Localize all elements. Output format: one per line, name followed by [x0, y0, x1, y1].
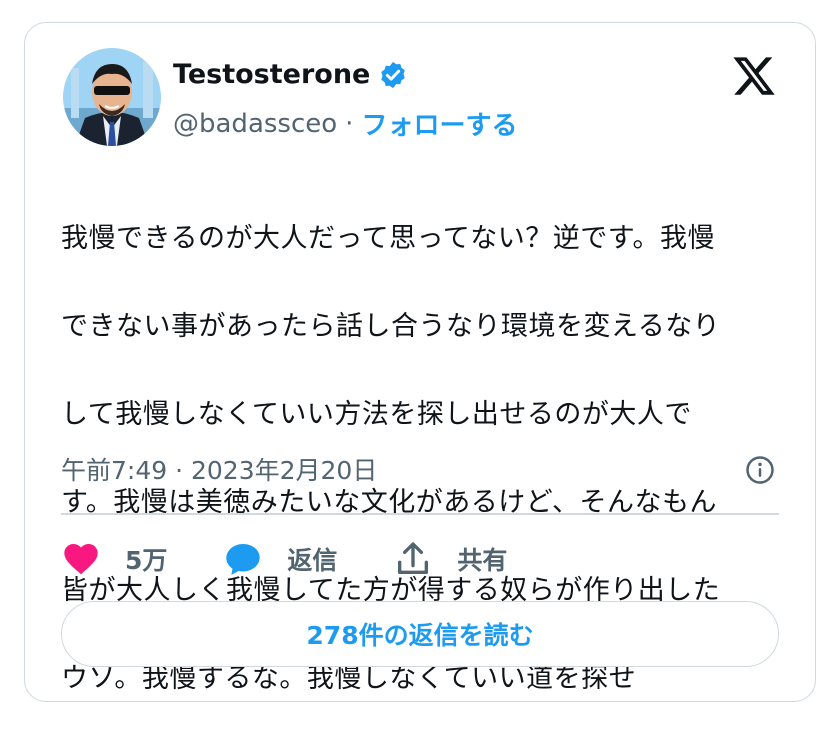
like-button[interactable]: 5万 [61, 539, 167, 579]
speech-bubble-icon [226, 544, 261, 575]
tweet-card: Testosterone @badassceo · フォローする 我慢できるのが… [24, 22, 816, 702]
follow-button[interactable]: フォローする [361, 105, 517, 142]
display-name[interactable]: Testosterone [173, 59, 370, 90]
x-logo-icon[interactable] [731, 53, 777, 99]
avatar-image [63, 48, 161, 146]
handle[interactable]: @badassceo [173, 109, 337, 139]
info-icon[interactable] [745, 455, 775, 485]
share-label: 共有 [457, 546, 508, 575]
reply-button[interactable]: 返信 [223, 539, 337, 579]
verified-badge-icon [381, 61, 406, 88]
separator: · [345, 108, 354, 139]
share-button[interactable]: 共有 [393, 539, 507, 579]
heart-icon [64, 544, 98, 575]
avatar[interactable] [63, 48, 161, 146]
handle-row: @badassceo · フォローする [173, 105, 517, 142]
tweet-text-line: できない事があったら話し合うなり環境を変えるなり [61, 311, 721, 342]
tweet-text-line: して我慢しなくていい方法を探し出せるのが大人で [61, 399, 692, 430]
divider [61, 513, 779, 515]
action-bar: 5万 返信 共有 [61, 535, 563, 583]
timestamp[interactable]: 午前7:49 · 2023年2月20日 [61, 451, 377, 487]
author-name-row: Testosterone [173, 59, 408, 90]
like-count: 5万 [125, 546, 168, 575]
read-replies-button[interactable]: 278件の返信を読む [61, 601, 779, 667]
tweet-text-line: す。我慢は美徳みたいな文化があるけど、そんなもん [61, 487, 717, 518]
share-icon [398, 542, 429, 574]
reply-label: 返信 [287, 546, 338, 575]
tweet-text-line: 我慢できるのが大人だって思ってない？逆です。我慢 [61, 223, 716, 254]
